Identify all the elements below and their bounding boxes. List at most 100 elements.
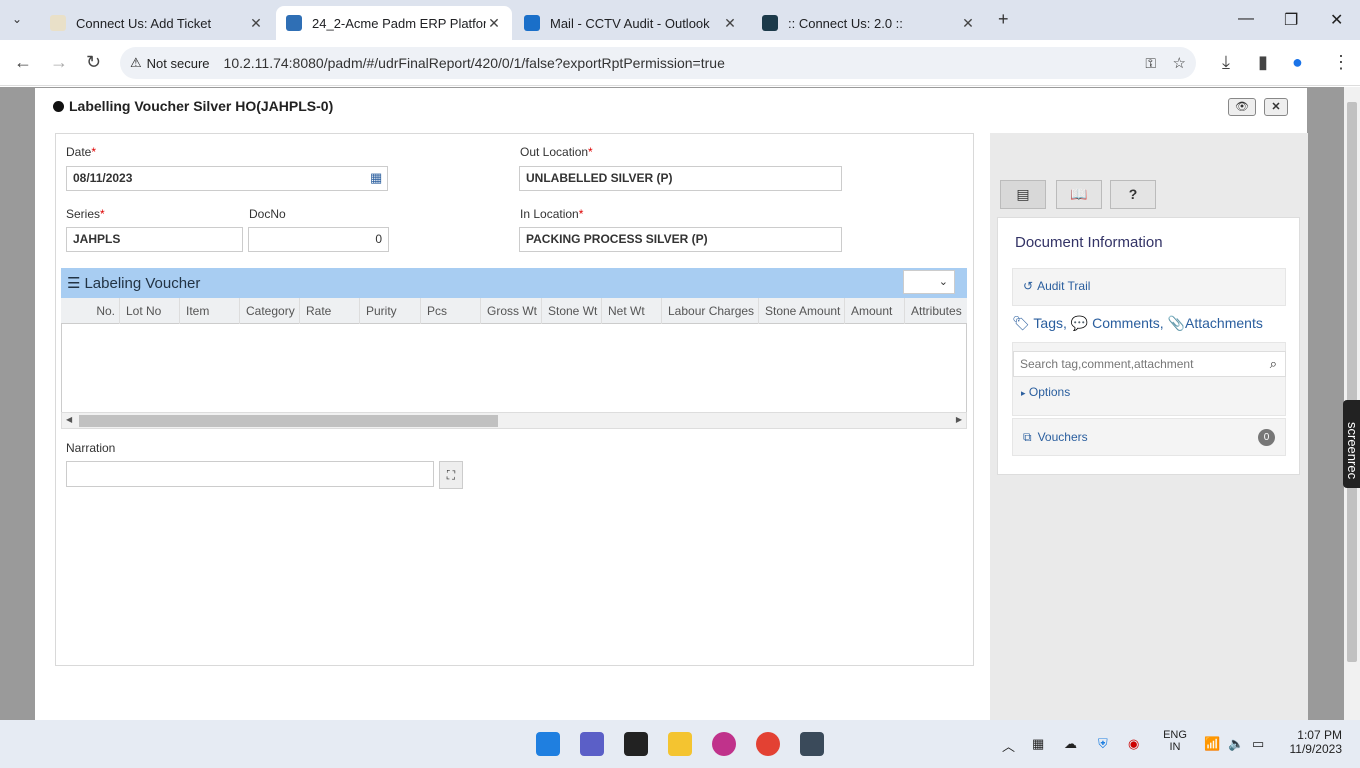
- col-no[interactable]: No.: [61, 298, 120, 324]
- close-window-button[interactable]: ✕: [1330, 10, 1343, 30]
- docno-input[interactable]: 0: [248, 227, 389, 252]
- in-location-input[interactable]: PACKING PROCESS SILVER (P): [519, 227, 842, 252]
- tab-favicon: [50, 15, 66, 31]
- start-icon[interactable]: [536, 732, 560, 756]
- side-panel-icon[interactable]: ▮: [1258, 52, 1268, 73]
- grid-header-bar: ☰ Labeling Voucher ⌄: [61, 268, 967, 298]
- tab-favicon: [286, 15, 302, 31]
- grid-options-dropdown[interactable]: ⌄: [903, 270, 955, 294]
- col-lot-no[interactable]: Lot No: [120, 298, 180, 324]
- search-icon[interactable]: ⌕: [1270, 356, 1277, 372]
- restore-button[interactable]: ❐: [1284, 10, 1298, 30]
- labelling-voucher-modal: Labelling Voucher Silver HO(JAHPLS-0) 👁 …: [35, 88, 1308, 720]
- col-item[interactable]: Item: [180, 298, 240, 324]
- profile-icon[interactable]: ●: [1292, 52, 1303, 73]
- bookmark-star-icon[interactable]: ☆: [1173, 54, 1186, 72]
- tags-link[interactable]: 🏷 Tags,: [1012, 315, 1067, 331]
- modal-title: Labelling Voucher Silver HO(JAHPLS-0): [53, 98, 333, 114]
- new-tab-button[interactable]: +: [998, 9, 1009, 30]
- key-icon[interactable]: ⚿: [1145, 55, 1156, 72]
- minimize-button[interactable]: —: [1238, 10, 1254, 28]
- vertical-scroll-thumb[interactable]: [1347, 102, 1357, 662]
- help-tab[interactable]: ?: [1110, 180, 1156, 209]
- col-purity[interactable]: Purity: [360, 298, 421, 324]
- record-icon[interactable]: ◉: [1128, 736, 1139, 752]
- tray-chevron-icon[interactable]: ︿: [1002, 736, 1015, 755]
- not-secure-indicator[interactable]: ⚠ Not secure: [130, 55, 210, 71]
- col-stone-amount[interactable]: Stone Amount: [759, 298, 845, 324]
- security-icon[interactable]: ⛨: [1098, 736, 1108, 752]
- series-input[interactable]: JAHPLS: [66, 227, 243, 252]
- not-secure-label: Not secure: [146, 55, 210, 71]
- tab-connect-us-2[interactable]: :: Connect Us: 2.0 :: ✕: [752, 6, 986, 40]
- chrome-icon[interactable]: [756, 732, 780, 756]
- tab-outlook-mail[interactable]: Mail - CCTV Audit - Outlook ✕: [514, 6, 748, 40]
- sticky-notes-icon[interactable]: [624, 732, 648, 756]
- tab-connect-add-ticket[interactable]: Connect Us: Add Ticket ✕: [40, 6, 274, 40]
- narration-attach-button[interactable]: ⛶: [439, 461, 463, 489]
- grid-horizontal-scrollbar[interactable]: ◀ ▶: [61, 412, 967, 429]
- tab-search-icon[interactable]: ⌄: [12, 12, 22, 26]
- series-label: Series*: [66, 207, 105, 221]
- close-tab-icon[interactable]: ✕: [960, 15, 976, 32]
- back-icon[interactable]: ←: [14, 52, 32, 73]
- date-label: Date*: [66, 145, 97, 159]
- language-indicator[interactable]: ENG IN: [1160, 729, 1190, 753]
- col-net-wt[interactable]: Net Wt: [602, 298, 662, 324]
- close-tab-icon[interactable]: ✕: [248, 15, 264, 32]
- screenrec-widget[interactable]: screenrec: [1343, 400, 1360, 488]
- close-tab-icon[interactable]: ✕: [486, 15, 502, 32]
- eye-toggle-button[interactable]: 👁: [1228, 98, 1256, 116]
- col-pcs[interactable]: Pcs: [421, 298, 481, 324]
- teams-icon[interactable]: [580, 732, 604, 756]
- clock[interactable]: 1:07 PM 11/9/2023: [1280, 728, 1343, 756]
- vouchers-count-badge: 0: [1258, 429, 1275, 446]
- scrollbar-thumb[interactable]: [79, 415, 498, 427]
- file-explorer-icon[interactable]: [668, 732, 692, 756]
- volume-icon[interactable]: 🔈: [1228, 736, 1244, 752]
- url-text[interactable]: 10.2.11.74:8080/padm/#/udrFinalReport/42…: [224, 55, 725, 71]
- tab-acme-erp[interactable]: 24_2-Acme Padm ERP Platform ✕: [276, 6, 512, 40]
- audit-trail-link[interactable]: ↺ Audit Trail: [1012, 268, 1286, 306]
- col-stone-wt[interactable]: Stone Wt: [542, 298, 602, 324]
- tab-title: Mail - CCTV Audit - Outlook: [550, 15, 710, 31]
- col-rate[interactable]: Rate: [300, 298, 360, 324]
- vouchers-icon: ⧉: [1023, 430, 1032, 444]
- close-tab-icon[interactable]: ✕: [722, 15, 738, 32]
- onedrive-off-icon[interactable]: ☁: [1064, 736, 1077, 752]
- col-category[interactable]: Category: [240, 298, 300, 324]
- tab-title: Connect Us: Add Ticket: [76, 15, 212, 31]
- options-toggle[interactable]: ▸ Options: [1021, 385, 1070, 399]
- narration-input[interactable]: [66, 461, 434, 487]
- col-labour-charges[interactable]: Labour Charges: [662, 298, 759, 324]
- reload-icon[interactable]: ↻: [86, 52, 101, 73]
- forward-icon[interactable]: →: [50, 52, 68, 73]
- book-tab[interactable]: 📖: [1056, 180, 1102, 209]
- battery-icon[interactable]: ▭: [1252, 736, 1264, 752]
- col-attributes[interactable]: Attributes: [905, 298, 967, 324]
- comment-icon: 💬: [1070, 315, 1089, 331]
- wps-office-icon[interactable]: [712, 732, 736, 756]
- omnibox[interactable]: ⚠ Not secure 10.2.11.74:8080/padm/#/udrF…: [120, 47, 1196, 79]
- document-information-card: Document Information ↺ Audit Trail 🏷 Tags…: [997, 217, 1300, 475]
- tag-search-input[interactable]: Search tag,comment,attachment: [1013, 351, 1286, 377]
- close-modal-button[interactable]: ✕: [1264, 98, 1288, 116]
- app-icon[interactable]: [800, 732, 824, 756]
- calendar-icon[interactable]: ▦: [370, 170, 382, 186]
- address-bar-row: ← → ↻ ⚠ Not secure 10.2.11.74:8080/padm/…: [0, 40, 1360, 86]
- col-gross-wt[interactable]: Gross Wt: [481, 298, 542, 324]
- download-icon[interactable]: ⤓: [1222, 52, 1230, 73]
- document-info-tab[interactable]: ▤: [1000, 180, 1046, 209]
- out-location-input[interactable]: UNLABELLED SILVER (P): [519, 166, 842, 191]
- wifi-icon[interactable]: 📶: [1204, 736, 1220, 752]
- menu-icon[interactable]: ⋮: [1332, 52, 1350, 73]
- scroll-left-icon[interactable]: ◀: [66, 415, 72, 424]
- scroll-right-icon[interactable]: ▶: [956, 415, 962, 424]
- col-amount[interactable]: Amount: [845, 298, 905, 324]
- vouchers-link[interactable]: ⧉ Vouchers 0: [1012, 418, 1286, 456]
- comments-link[interactable]: 💬 Comments,: [1071, 315, 1164, 331]
- date-input[interactable]: 08/11/2023: [66, 166, 388, 191]
- tag-icon: 🏷: [1012, 315, 1030, 331]
- attachments-link[interactable]: 📎Attachments: [1168, 315, 1263, 331]
- tray-app-icon[interactable]: ▦: [1032, 736, 1044, 752]
